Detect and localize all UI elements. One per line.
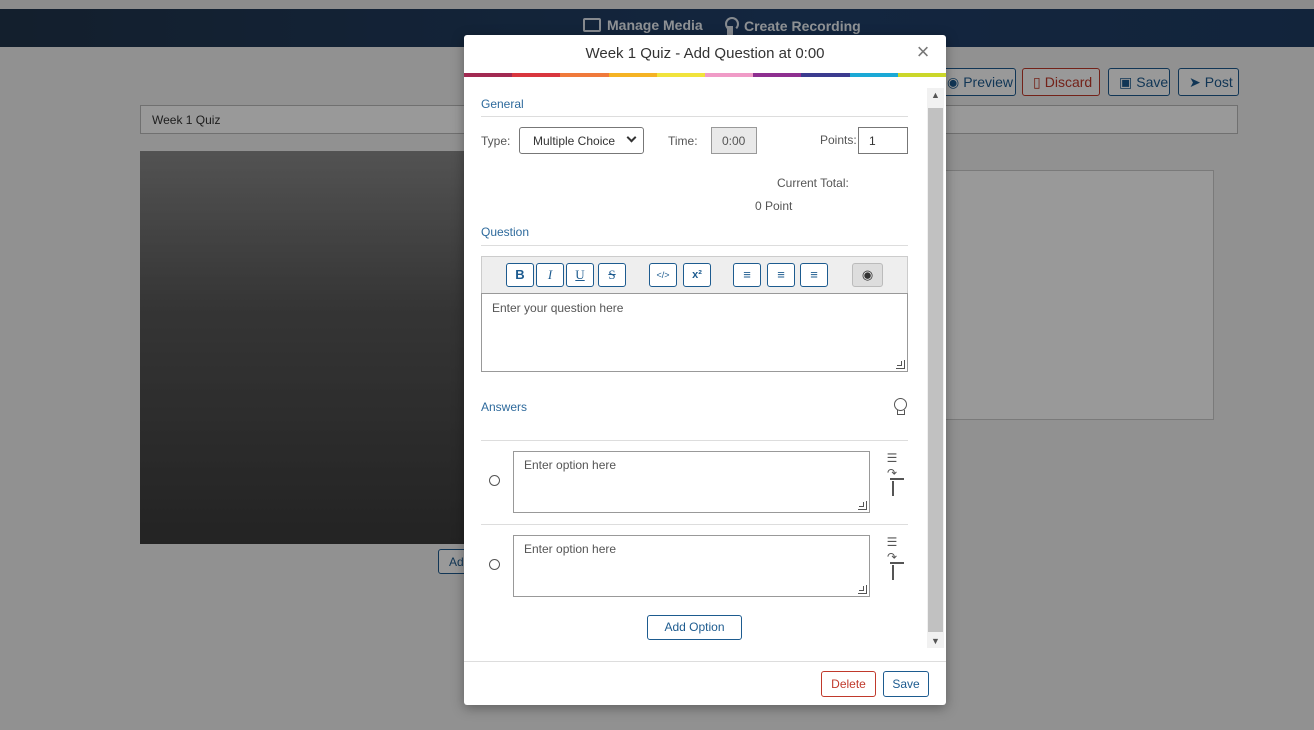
modal-body: General Type: Multiple Choice Time: 0:00… [464, 78, 946, 648]
delete-button[interactable]: Delete [821, 671, 876, 697]
option-actions: ☰ ↷ [885, 451, 901, 496]
delete-option-icon[interactable] [885, 481, 899, 496]
answer-option-row: Enter option here ☰ ↷ [481, 524, 908, 608]
numbered-list-button[interactable]: ≡ [767, 263, 795, 287]
preview-toggle-button[interactable]: ◉ [852, 263, 883, 287]
rainbow-segment [560, 73, 609, 77]
feedback-icon[interactable]: ☰ [885, 535, 899, 549]
modal-scrollbar[interactable]: ▲ ▼ [927, 88, 944, 648]
feedback-icon[interactable]: ☰ [885, 451, 899, 465]
add-question-modal: Week 1 Quiz - Add Question at 0:00 × Gen… [464, 35, 947, 705]
resize-handle-icon[interactable] [858, 585, 867, 594]
option-placeholder: Enter option here [524, 542, 617, 556]
general-title: General [481, 97, 524, 111]
bullet-list-button[interactable]: ≡ [733, 263, 761, 287]
save-button[interactable]: Save [883, 671, 929, 697]
italic-button[interactable]: I [536, 263, 564, 287]
rainbow-segment [801, 73, 850, 77]
rainbow-segment [512, 73, 561, 77]
rainbow-segment [897, 73, 947, 77]
question-type-select[interactable]: Multiple Choice [519, 127, 644, 154]
close-icon[interactable]: × [914, 41, 932, 63]
correct-answer-radio[interactable] [489, 559, 500, 570]
option-textarea[interactable]: Enter option here [513, 535, 870, 597]
add-option-button[interactable]: Add Option [647, 615, 742, 640]
modal-footer: Delete Save [464, 661, 946, 705]
rainbow-segment [849, 73, 898, 77]
scroll-down-icon[interactable]: ▼ [927, 634, 944, 648]
strikethrough-button[interactable]: S [598, 263, 626, 287]
general-section-header: General [481, 95, 908, 117]
modal-title: Week 1 Quiz - Add Question at 0:00 [585, 45, 825, 62]
indent-list-button[interactable]: ≡ [800, 263, 828, 287]
scroll-thumb[interactable] [928, 108, 943, 632]
time-input: 0:00 [711, 127, 757, 154]
rainbow-bar [464, 73, 947, 77]
scroll-up-icon[interactable]: ▲ [927, 88, 944, 102]
answer-option-row: Enter option here ☰ ↷ [481, 440, 908, 524]
rainbow-segment [464, 73, 513, 77]
chevron-down-icon [626, 132, 637, 143]
type-value: Multiple Choice [533, 134, 616, 148]
option-textarea[interactable]: Enter option here [513, 451, 870, 513]
points-label: Points: [820, 133, 857, 147]
superscript-button[interactable]: x² [683, 263, 711, 287]
rainbow-segment [656, 73, 706, 77]
rainbow-segment [705, 73, 754, 77]
editor-toolbar: B I U S </> x² ≡ ≡ ≡ ◉ [481, 256, 908, 293]
code-button[interactable]: </> [649, 263, 677, 287]
bold-button[interactable]: B [506, 263, 534, 287]
option-actions: ☰ ↷ [885, 535, 901, 580]
current-total-label: Current Total: [777, 176, 849, 190]
resize-handle-icon[interactable] [858, 501, 867, 510]
question-section-header: Question [481, 223, 908, 246]
rainbow-segment [608, 73, 657, 77]
question-textarea[interactable]: Enter your question here [481, 293, 908, 372]
lightbulb-icon[interactable] [892, 398, 908, 416]
option-placeholder: Enter option here [524, 458, 617, 472]
rainbow-segment [753, 73, 802, 77]
current-total-value: 0 Point [755, 199, 793, 213]
answers-title: Answers [481, 400, 528, 414]
resize-handle-icon[interactable] [896, 360, 905, 369]
question-title: Question [481, 225, 530, 239]
modal-header: Week 1 Quiz - Add Question at 0:00 × [464, 35, 946, 73]
correct-answer-radio[interactable] [489, 475, 500, 486]
delete-option-icon[interactable] [885, 565, 899, 580]
question-placeholder: Enter your question here [492, 301, 624, 315]
type-label: Type: [481, 134, 511, 148]
time-label: Time: [668, 134, 698, 148]
points-input[interactable]: 1 [858, 127, 908, 154]
underline-button[interactable]: U [566, 263, 594, 287]
